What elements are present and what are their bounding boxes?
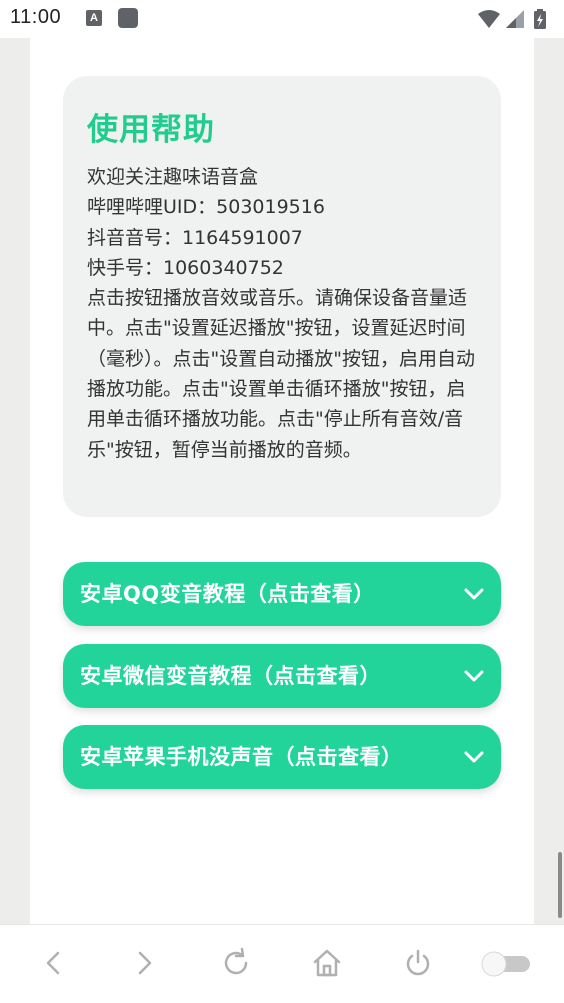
toggle-switch[interactable] xyxy=(478,945,534,981)
toggle-icon xyxy=(481,951,530,977)
home-button[interactable] xyxy=(309,945,345,981)
help-line-douyin: 抖音音号：1164591007 xyxy=(87,226,303,249)
help-line-bilibili: 哔哩哔哩UID：503019516 xyxy=(87,196,325,219)
accordion-wechat-tutorial[interactable]: 安卓微信变音教程（点击查看） xyxy=(63,644,501,708)
chevron-down-icon xyxy=(464,588,484,600)
forward-icon xyxy=(138,951,152,975)
back-icon xyxy=(46,951,60,975)
notification-app-icon: A xyxy=(86,10,102,26)
help-instructions: 点击按钮播放音效或音乐。请确保设备音量适中。点击"设置延迟播放"按钮，设置延迟时… xyxy=(87,287,475,461)
accordion-label: 安卓QQ变音教程（点击查看） xyxy=(80,582,375,606)
back-button[interactable] xyxy=(36,945,72,981)
help-card: 使用帮助 欢迎关注趣味语音盒 哔哩哔哩UID：503019516 抖音音号：11… xyxy=(63,76,501,517)
chevron-down-icon xyxy=(464,751,484,763)
status-bar: 11:00 A xyxy=(0,0,564,38)
notification-square-icon xyxy=(118,8,138,28)
battery-icon xyxy=(534,9,546,29)
wifi-icon xyxy=(478,10,500,28)
help-line-kuaishou: 快手号：1060340752 xyxy=(87,256,284,279)
chevron-down-icon xyxy=(464,670,484,682)
accordion-label: 安卓微信变音教程（点击查看） xyxy=(80,664,381,688)
browser-nav-bar xyxy=(0,924,564,1003)
power-icon xyxy=(406,949,430,976)
accordion-qq-tutorial[interactable]: 安卓QQ变音教程（点击查看） xyxy=(63,562,501,626)
help-line-welcome: 欢迎关注趣味语音盒 xyxy=(87,166,259,188)
reload-icon xyxy=(224,947,248,975)
status-icons xyxy=(476,8,556,30)
help-body: 欢迎关注趣味语音盒 哔哩哔哩UID：503019516 抖音音号：1164591… xyxy=(87,162,479,465)
power-button[interactable] xyxy=(400,945,436,981)
accordion-label: 安卓苹果手机没声音（点击查看） xyxy=(80,745,403,769)
status-time: 11:00 xyxy=(10,6,62,28)
reload-button[interactable] xyxy=(218,945,254,981)
accordion-iphone-no-sound[interactable]: 安卓苹果手机没声音（点击查看） xyxy=(63,725,501,789)
help-title: 使用帮助 xyxy=(87,112,215,148)
scrollbar-thumb[interactable] xyxy=(558,852,562,918)
content-page: 使用帮助 欢迎关注趣味语音盒 哔哩哔哩UID：503019516 抖音音号：11… xyxy=(30,38,534,924)
forward-button[interactable] xyxy=(126,945,162,981)
signal-icon xyxy=(506,10,524,28)
home-icon xyxy=(313,949,341,977)
